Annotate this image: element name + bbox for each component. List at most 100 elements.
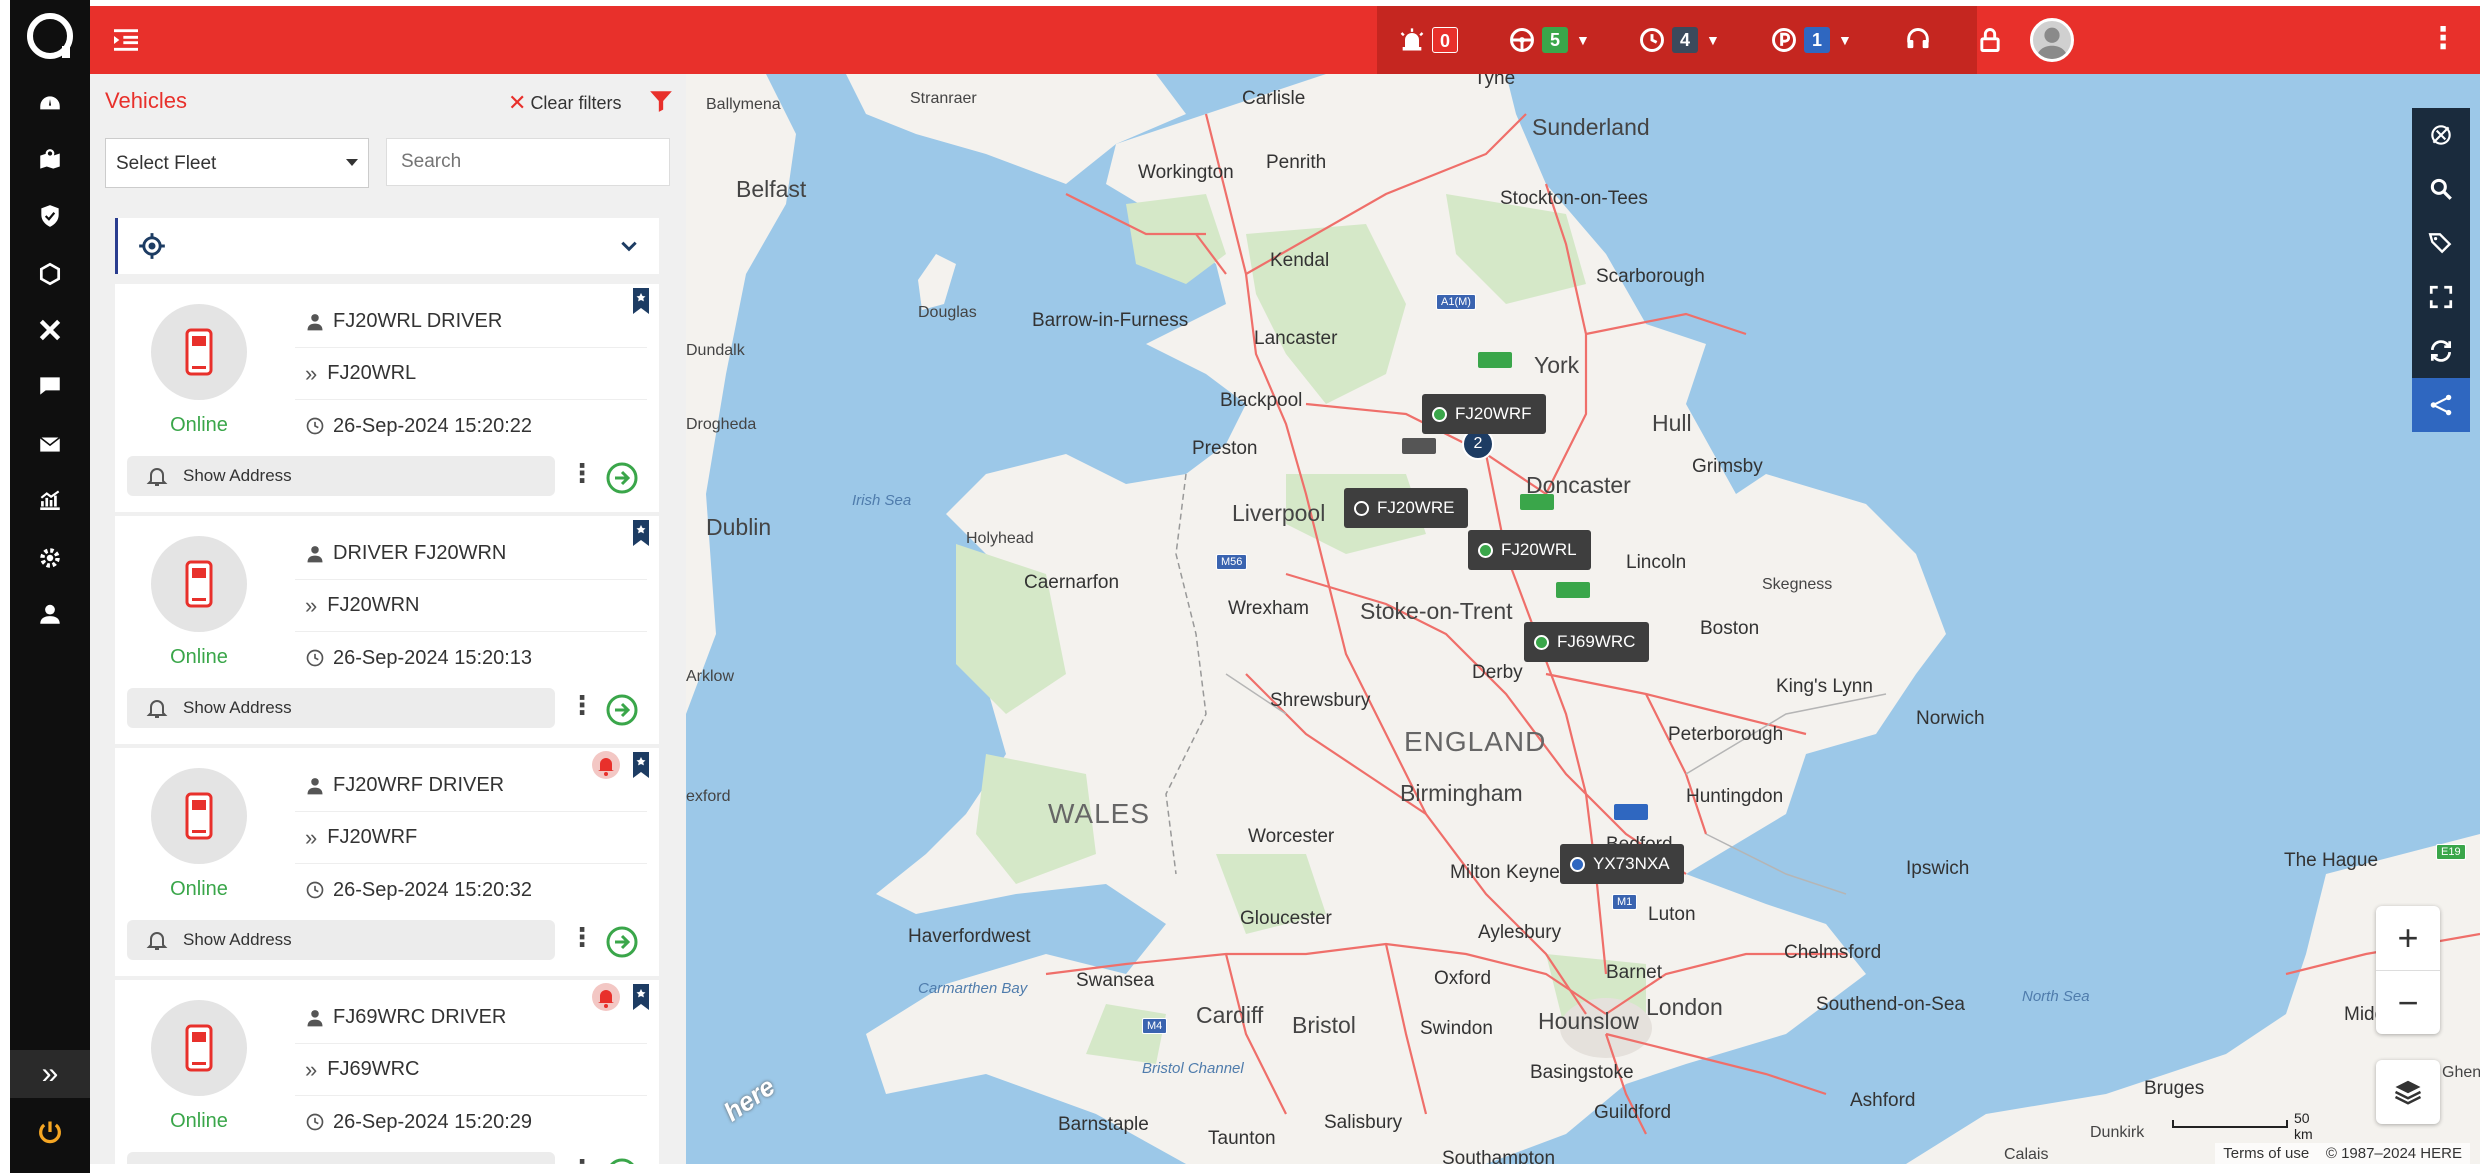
clear-filters-button[interactable]: ✕ Clear filters (508, 90, 621, 116)
user-icon[interactable] (10, 590, 90, 638)
last-update-time: 26-Sep-2024 15:20:32 (333, 878, 533, 901)
map-icon[interactable] (10, 136, 90, 184)
vehicle-map-label[interactable]: FJ20WRE (1344, 488, 1469, 528)
vehicle-map-label[interactable]: YX73NXA (1560, 844, 1684, 884)
icon-rail: » (10, 0, 90, 1173)
route-network-icon[interactable] (2412, 378, 2470, 432)
search-icon[interactable] (2412, 162, 2470, 216)
bookmark-icon[interactable] (631, 982, 651, 1012)
navigate-arrow-icon[interactable] (605, 925, 639, 959)
map-place-label: Derby (1472, 662, 1523, 683)
vehicle-card[interactable]: Online FJ20WRL DRIVER » FJ20WRL 26-Sep-2… (115, 284, 659, 512)
parked-status[interactable]: 1 ▼ (1770, 22, 1852, 58)
parked-count-badge: 1 (1804, 27, 1830, 53)
refresh-icon[interactable] (2412, 324, 2470, 378)
expand-sidebar-icon[interactable]: » (10, 1050, 90, 1098)
more-options-icon[interactable]: ⋮ (569, 692, 595, 718)
more-options-icon[interactable]: ⋮ (569, 924, 595, 950)
shield-icon[interactable] (10, 192, 90, 240)
navigate-arrow-icon[interactable] (605, 1157, 639, 1164)
hexagon-icon[interactable] (10, 250, 90, 298)
driving-status[interactable]: 5 ▼ (1508, 22, 1590, 58)
show-address-button[interactable]: Show Address (127, 920, 555, 960)
layers-icon (2394, 1080, 2422, 1105)
filter-icon[interactable] (648, 88, 674, 114)
driver-name: FJ20WRF DRIVER (333, 774, 505, 796)
support-icon[interactable] (1904, 22, 1932, 58)
more-options-icon[interactable]: ⋮ (2428, 24, 2458, 54)
terms-link[interactable]: Terms of use (2223, 1145, 2309, 1162)
show-address-button[interactable]: Show Address (127, 1152, 555, 1164)
tags-icon[interactable] (2412, 216, 2470, 270)
reports-icon[interactable] (10, 476, 90, 524)
map-place-label: Caernarfon (1024, 572, 1120, 593)
map-place-label: Ashford (1850, 1090, 1916, 1111)
map-place-label: Gloucester (1240, 908, 1332, 929)
more-options-icon[interactable]: ⋮ (569, 1156, 595, 1164)
vehicle-card[interactable]: Online FJ69WRC DRIVER » FJ69WRC 26-Sep-2… (115, 980, 659, 1164)
more-options-icon[interactable]: ⋮ (569, 460, 595, 486)
tools-icon[interactable] (10, 306, 90, 354)
bookmark-icon[interactable] (631, 518, 651, 548)
bookmark-icon[interactable] (631, 286, 651, 316)
idle-count-badge: 4 (1672, 27, 1698, 53)
vehicle-map-label[interactable]: FJ69WRC (1524, 622, 1650, 662)
vehicle-card[interactable]: Online FJ20WRF DRIVER » FJ20WRF 26-Sep-2… (115, 748, 659, 976)
map-place-label: Southampton (1442, 1148, 1556, 1164)
clock-icon (1640, 28, 1664, 52)
locate-dropdown[interactable] (115, 218, 659, 274)
vehicle-marker-icon[interactable] (1556, 582, 1590, 598)
chat-icon[interactable] (10, 362, 90, 410)
map-place-label: Dundalk (686, 342, 745, 359)
satellite-icon[interactable] (2412, 108, 2470, 162)
map-place-label: Tyne (1474, 74, 1516, 89)
vehicle-marker-icon[interactable] (1402, 438, 1436, 454)
double-chevron-icon: » (305, 592, 318, 618)
vehicle-marker-icon[interactable] (1478, 352, 1512, 368)
alarm-status[interactable]: 0 (1398, 22, 1458, 58)
status-label: Online (170, 878, 228, 900)
navigate-arrow-icon[interactable] (605, 461, 639, 495)
power-icon[interactable] (10, 1108, 90, 1156)
dashboard-icon[interactable] (10, 80, 90, 128)
navigate-arrow-icon[interactable] (605, 693, 639, 727)
map-place-label: Wrexham (1228, 598, 1309, 619)
avatar[interactable] (2030, 18, 2074, 62)
mail-icon[interactable] (10, 420, 90, 468)
vehicle-marker-icon[interactable] (1520, 494, 1554, 510)
app-logo-icon[interactable] (22, 8, 78, 64)
map-place-label: Belfast (736, 176, 807, 202)
zoom-in-button[interactable]: + (2376, 906, 2440, 970)
map-place-label: Grimsby (1692, 456, 1763, 477)
fullscreen-icon[interactable] (2412, 270, 2470, 324)
vehicle-icon (185, 328, 213, 376)
idle-status[interactable]: 4 ▼ (1638, 22, 1720, 58)
vehicle-marker-icon[interactable] (1614, 804, 1648, 820)
close-icon: ✕ (508, 90, 527, 115)
fleet-select[interactable]: Select Fleet (105, 138, 369, 188)
show-address-button[interactable]: Show Address (127, 456, 555, 496)
vehicle-map-label[interactable]: FJ20WRF (1422, 394, 1546, 434)
show-address-button[interactable]: Show Address (127, 688, 555, 728)
vehicle-card[interactable]: Online DRIVER FJ20WRN » FJ20WRN 26-Sep-2… (115, 516, 659, 744)
alert-bell-icon[interactable] (591, 982, 621, 1012)
map-sea-label: Irish Sea (852, 492, 912, 509)
driver-icon (307, 545, 323, 562)
menu-toggle-icon[interactable] (110, 24, 142, 56)
map-view[interactable]: Tyne Carlisle Sunderland Ballymena Stranraer… (686, 74, 2480, 1164)
search-input[interactable] (386, 138, 670, 186)
road-shield-e19: E19 (2436, 844, 2466, 860)
map-place-label: Peterborough (1668, 724, 1784, 745)
copyright-text: © 1987–2024 HERE (2325, 1145, 2462, 1162)
bookmark-icon[interactable] (631, 750, 651, 780)
vehicle-map-label-text: FJ20WRF (1455, 404, 1532, 423)
map-place-label: Barnstaple (1058, 1114, 1149, 1135)
lock-icon[interactable] (1976, 22, 2004, 58)
vehicle-map-label[interactable]: FJ20WRL (1468, 530, 1591, 570)
settings-icon[interactable] (10, 534, 90, 582)
road-shield-m4: M4 (1142, 1018, 1168, 1034)
zoom-out-button[interactable]: − (2376, 970, 2440, 1034)
alert-bell-icon[interactable] (591, 750, 621, 780)
road-shield-m1: M1 (1612, 894, 1638, 910)
layers-button[interactable] (2376, 1060, 2440, 1124)
